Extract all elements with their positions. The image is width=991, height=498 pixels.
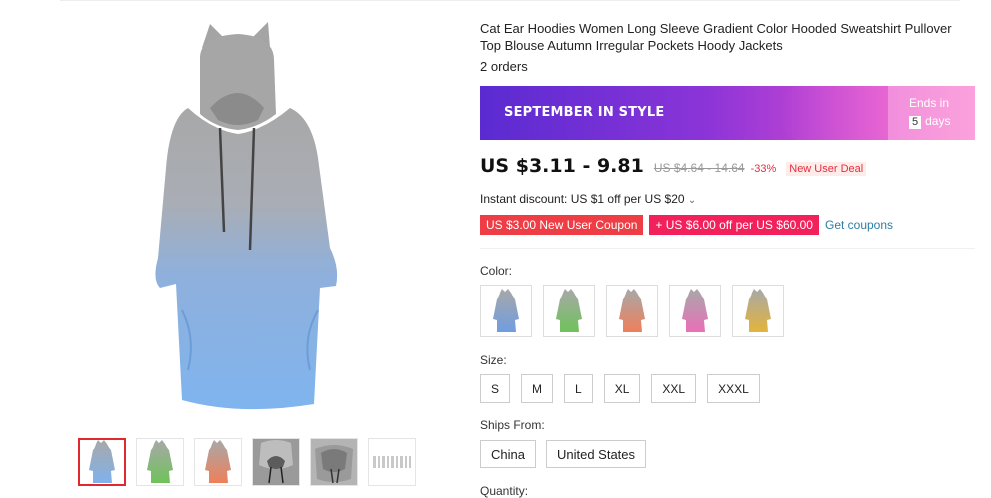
hood-detail-icon (253, 439, 299, 485)
size-option-xxxl[interactable]: XXXL (707, 374, 760, 403)
countdown-value: 5 days (909, 114, 950, 129)
ships-from-united-states[interactable]: United States (545, 440, 647, 468)
size-option-xxl[interactable]: XXL (651, 374, 697, 403)
chevron-down-icon: ⌄ (687, 195, 697, 206)
get-coupons-link[interactable]: Get coupons (825, 218, 893, 232)
product-title: Cat Ear Hoodies Women Long Sleeve Gradie… (480, 21, 952, 53)
ships-from-china[interactable]: China (480, 440, 536, 468)
thumbnail-hood-detail-2[interactable] (310, 438, 358, 486)
color-option-blue[interactable] (480, 285, 532, 337)
instant-discount-text: Instant discount: US $1 off per US $20 (480, 192, 685, 206)
size-label: Size: (480, 353, 507, 367)
color-option-orange[interactable] (606, 285, 658, 337)
discount-percent: -33% (750, 163, 777, 175)
hoodie-orange-icon (205, 440, 231, 483)
countdown-prefix: Ends in (909, 96, 950, 110)
order-count: 2 orders (480, 59, 528, 74)
hoodie-orange-icon (619, 289, 645, 332)
ships-from-label: Ships From: (480, 418, 545, 432)
current-price: US $3.11 - 9.81 (480, 155, 644, 177)
thumbnail-strip (78, 438, 416, 486)
price-row: US $3.11 - 9.81 US $4.64 - 14.64 -33% Ne… (480, 155, 867, 177)
color-option-pink[interactable] (669, 285, 721, 337)
ships-from-options: China United States (480, 440, 647, 468)
new-user-deal-badge: New User Deal (786, 162, 867, 176)
main-product-image[interactable] (130, 18, 350, 418)
color-options (480, 285, 784, 337)
banner-label: SEPTEMBER IN STYLE (504, 105, 665, 120)
countdown-suffix: days (925, 114, 951, 128)
original-price: US $4.64 - 14.64 (653, 161, 745, 175)
new-user-coupon[interactable]: US $3.00 New User Coupon (480, 215, 644, 235)
hoodie-green-icon (147, 440, 173, 483)
size-option-l[interactable]: L (564, 374, 593, 403)
countdown-box: Ends in 5 days (888, 86, 975, 140)
hoodie-blue-icon (493, 289, 519, 332)
thumbnail-hood-detail[interactable] (252, 438, 300, 486)
size-option-xl[interactable]: XL (603, 374, 641, 403)
store-coupon[interactable]: + US $6.00 off per US $60.00 (649, 215, 819, 235)
instant-discount[interactable]: Instant discount: US $1 off per US $20 ⌄ (480, 192, 696, 206)
color-label: Color: (480, 264, 513, 278)
hoodie-blue-icon (89, 440, 115, 483)
size-option-s[interactable]: S (480, 374, 511, 403)
promo-banner[interactable]: SEPTEMBER IN STYLE Ends in 5 days (480, 86, 975, 140)
coupon-row: US $3.00 New User Coupon + US $6.00 off … (480, 215, 893, 235)
hoodie-pink-icon (682, 289, 708, 332)
size-chart-icon (369, 439, 415, 485)
size-options: S M L XL XXL XXXL (480, 374, 760, 403)
countdown-days: 5 (909, 116, 922, 129)
hoodie-illustration (155, 22, 338, 410)
top-divider (60, 0, 960, 1)
color-option-yellow[interactable] (732, 285, 784, 337)
thumbnail-green[interactable] (136, 438, 184, 486)
hood-closeup-icon (311, 439, 357, 485)
size-option-m[interactable]: M (521, 374, 554, 403)
thumbnail-orange[interactable] (194, 438, 242, 486)
color-option-green[interactable] (543, 285, 595, 337)
hoodie-green-icon (556, 289, 582, 332)
thumbnail-blue[interactable] (78, 438, 126, 486)
quantity-label: Quantity: (480, 484, 529, 498)
section-divider (480, 248, 975, 249)
hoodie-yellow-icon (745, 289, 771, 332)
thumbnail-size-chart[interactable] (368, 438, 416, 486)
